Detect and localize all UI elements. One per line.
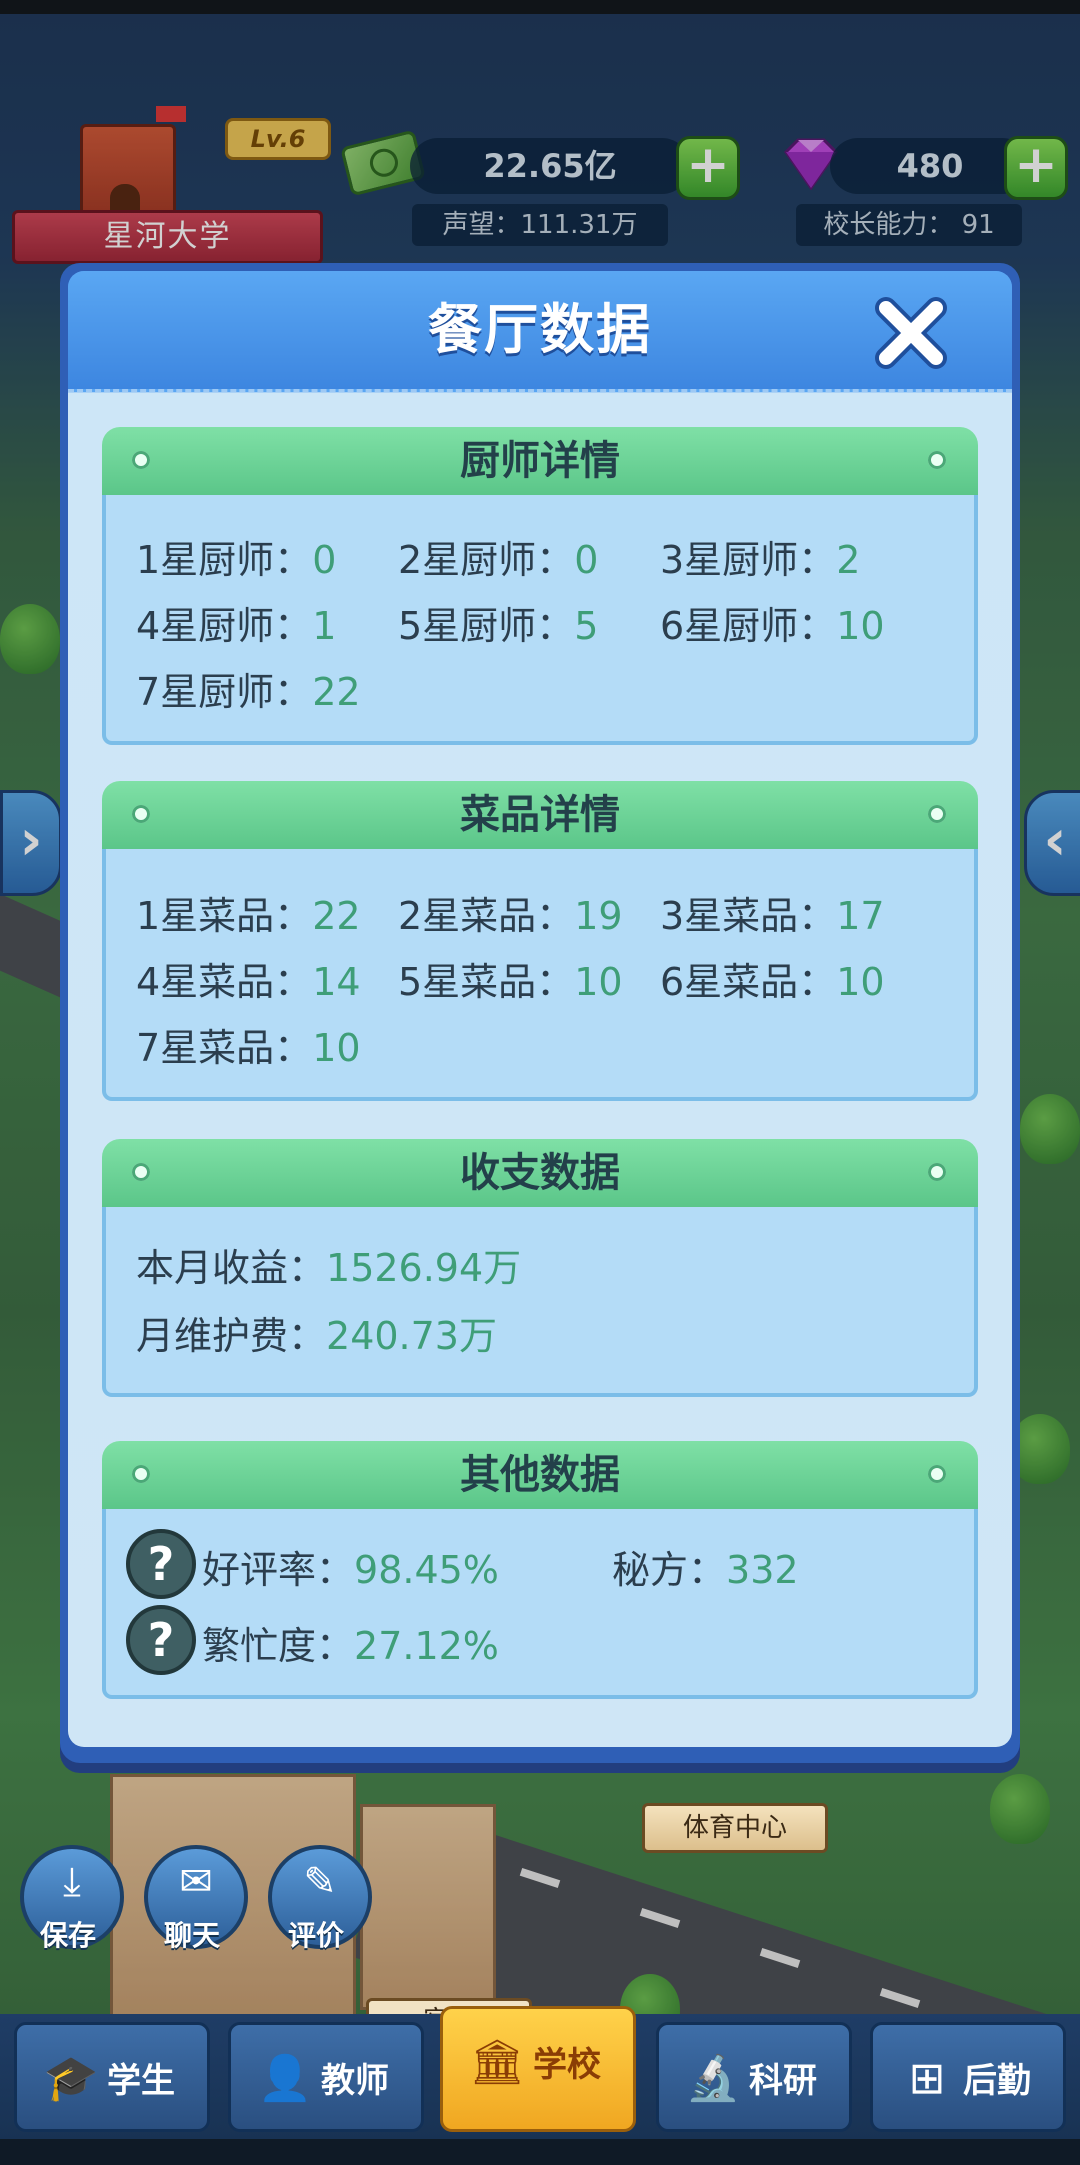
positive-rating: 好评率：98.45%	[202, 1548, 499, 1592]
dish-4star: 4星菜品：14	[136, 960, 361, 1004]
chef-3star: 3星厨师：2	[660, 538, 861, 582]
decor-dot	[928, 451, 946, 469]
dish-details-section: 菜品详情 1星菜品：22 2星菜品：19 3星菜品：17 4星菜品：14 5星菜…	[102, 781, 978, 1101]
review-label: 评价	[287, 1919, 344, 1952]
section-body: 1星菜品：22 2星菜品：19 3星菜品：17 4星菜品：14 5星菜品：10 …	[102, 849, 978, 1101]
sports-center-sign[interactable]: 体育中心	[642, 1803, 828, 1853]
other-data-section: 其他数据 ? 好评率：98.45% 秘方：332 ? 繁忙度：27.12%	[102, 1441, 978, 1701]
chef-details-section: 厨师详情 1星厨师：0 2星厨师：0 3星厨师：2 4星厨师：1 5星厨师：5 …	[102, 427, 978, 745]
save-label: 保存	[39, 1919, 96, 1952]
secret-recipes: 秘方：332	[612, 1548, 799, 1592]
section-body: 1星厨师：0 2星厨师：0 3星厨师：2 4星厨师：1 5星厨师：5 6星厨师：…	[102, 495, 978, 745]
section-title: 收支数据	[102, 1139, 978, 1207]
microscope-icon: 🔬	[685, 2053, 741, 2104]
dish-2star: 2星菜品：19	[398, 894, 623, 938]
section-title: 其他数据	[102, 1441, 978, 1509]
dish-5star: 5星菜品：10	[398, 960, 623, 1004]
decor-dot	[928, 805, 946, 823]
finance-section: 收支数据 本月收益：1526.94万 月维护费：240.73万	[102, 1139, 978, 1399]
decor-dot	[132, 805, 150, 823]
close-icon[interactable]	[870, 292, 952, 374]
chat-label: 聊天	[163, 1919, 220, 1952]
chef-4star: 4星厨师：1	[136, 604, 337, 648]
tab-students[interactable]: 🎓 学生	[14, 2022, 210, 2132]
system-nav-bar	[0, 2139, 1080, 2165]
chef-7star: 7星厨师：22	[136, 670, 361, 714]
status-bar	[0, 0, 1080, 14]
institution-icon: 🏛	[469, 2037, 525, 2088]
chat-icon: ✉	[179, 1859, 213, 1905]
person-icon: 👤	[257, 2053, 313, 2104]
monthly-income: 本月收益：1526.94万	[136, 1246, 522, 1290]
edit-icon: ✎	[303, 1859, 337, 1905]
busyness: 繁忙度：27.12%	[202, 1624, 499, 1668]
section-title: 菜品详情	[102, 781, 978, 849]
decor-dot	[132, 1163, 150, 1181]
dish-3star: 3星菜品：17	[660, 894, 885, 938]
graduation-cap-icon: 🎓	[43, 2053, 99, 2104]
tab-school[interactable]: 🏛 学校	[440, 2006, 636, 2132]
download-icon: ⤓	[63, 1859, 81, 1905]
dish-7star: 7星菜品：10	[136, 1026, 361, 1070]
help-icon[interactable]: ?	[126, 1605, 196, 1675]
monthly-maintenance-fee: 月维护费：240.73万	[136, 1314, 497, 1358]
tab-logistics[interactable]: ⊞ 后勤	[870, 2022, 1066, 2132]
decor-dot	[132, 451, 150, 469]
chef-5star: 5星厨师：5	[398, 604, 599, 648]
chef-1star: 1星厨师：0	[136, 538, 337, 582]
dish-6star: 6星菜品：10	[660, 960, 885, 1004]
section-title: 厨师详情	[102, 427, 978, 495]
decor-dot	[928, 1163, 946, 1181]
tab-research[interactable]: 🔬 科研	[656, 2022, 852, 2132]
chef-6star: 6星厨师：10	[660, 604, 885, 648]
help-icon[interactable]: ?	[126, 1529, 196, 1599]
chef-2star: 2星厨师：0	[398, 538, 599, 582]
decor-dot	[928, 1465, 946, 1483]
section-body: ? 好评率：98.45% 秘方：332 ? 繁忙度：27.12%	[102, 1509, 978, 1699]
decor-dot	[132, 1465, 150, 1483]
first-aid-icon: ⊞	[908, 2053, 946, 2104]
dish-1star: 1星菜品：22	[136, 894, 361, 938]
section-body: 本月收益：1526.94万 月维护费：240.73万	[102, 1207, 978, 1397]
tab-teachers[interactable]: 👤 教师	[228, 2022, 424, 2132]
